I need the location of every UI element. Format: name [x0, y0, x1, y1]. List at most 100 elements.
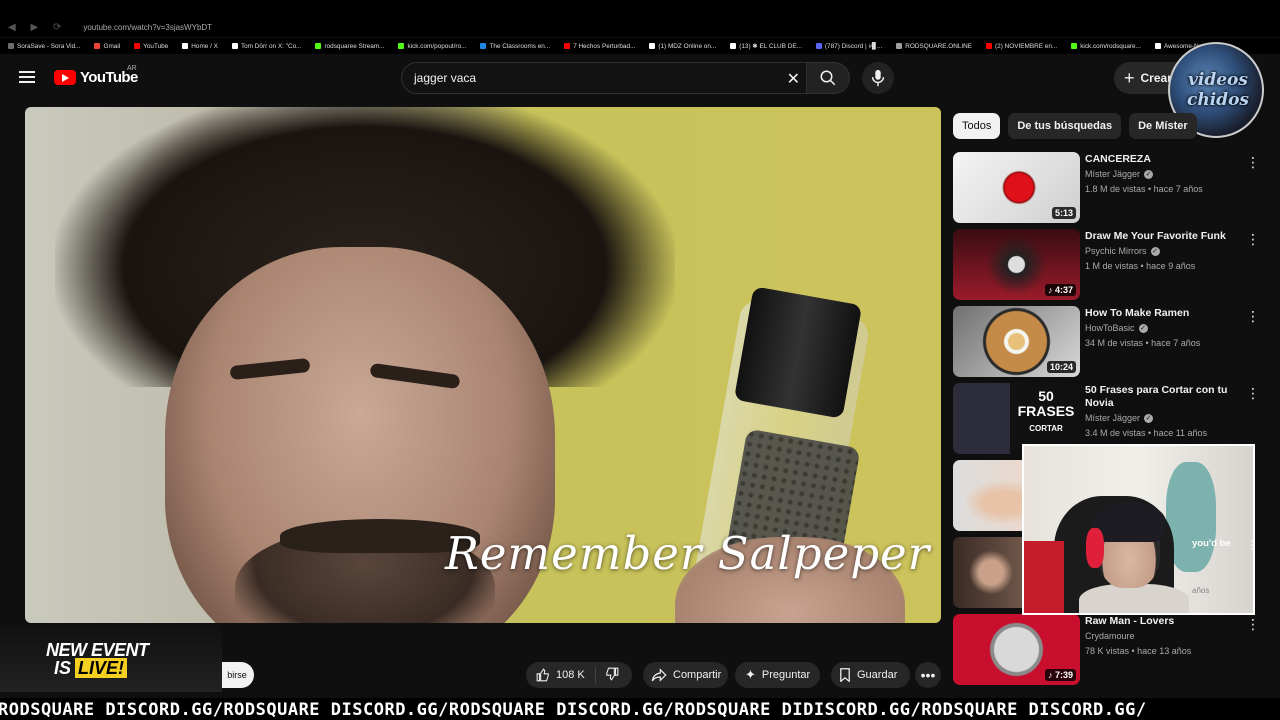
share-button[interactable]: Compartir [643, 662, 728, 688]
bookmark-item[interactable]: The Classrooms en... [480, 43, 550, 50]
search-button[interactable] [806, 62, 850, 94]
bookmark-item[interactable]: RODSQUARE.ONLINE [896, 43, 972, 50]
webcam-overlay-subtext: años [1192, 586, 1210, 595]
channel-name[interactable]: Crydamoure [1085, 631, 1135, 641]
webcam-streamer-red-hair [1086, 528, 1104, 568]
microphone-icon [871, 69, 885, 87]
channel-name[interactable]: Míster Jägger ✓ [1085, 413, 1154, 423]
save-button[interactable]: Guardar [831, 662, 910, 688]
more-vertical-icon[interactable]: ⋮ [1246, 385, 1260, 402]
channel-name-text: Míster Jägger [1085, 169, 1141, 179]
more-vertical-icon[interactable]: ⋮ [1246, 231, 1260, 248]
webcam-chair-accent [1024, 541, 1064, 613]
bookmark-favicon-icon [815, 43, 822, 49]
clear-search-icon[interactable]: ✕ [787, 69, 800, 89]
bookmark-favicon-icon [1071, 43, 1078, 49]
bookmark-item[interactable]: (787) Discord | #▊... [815, 42, 882, 50]
bookmark-label: rodsquaree Stream... [324, 42, 385, 50]
channel-name-text: Crydamoure [1085, 631, 1135, 641]
video-thumbnail[interactable]: 10:24 [953, 306, 1080, 377]
channel-name-text: Psychic Mirrors [1085, 246, 1147, 256]
discord-ticker: RODSQUARE DISCORD.GG/RODSQUARE DISCORD.G… [0, 698, 1280, 720]
video-player[interactable]: Remember Salpeper [25, 107, 941, 623]
video-meta: 1.8 M de vistas • hace 7 años [1085, 184, 1203, 194]
bookmark-favicon-icon [730, 43, 737, 49]
bookmark-item[interactable]: rodsquaree Stream... [315, 43, 384, 50]
video-thumbnail[interactable]: 5:13 [953, 152, 1080, 223]
bookmark-label: Gmail [103, 42, 121, 50]
dislike-button[interactable] [596, 667, 619, 684]
video-meta: 1 M de vistas • hace 9 años [1085, 261, 1196, 271]
channel-name[interactable]: HowToBasic ✓ [1085, 323, 1148, 333]
verified-check-icon: ✓ [1150, 246, 1160, 256]
address-bar[interactable]: youtube.com/watch?v=3sjasWYbDT [83, 23, 212, 32]
bookmark-item[interactable]: YouTube [134, 43, 168, 50]
filter-chip[interactable]: De tus búsquedas [1008, 113, 1122, 139]
more-vertical-icon[interactable]: ⋮ [1246, 616, 1260, 633]
video-duration: ♪ 7:39 [1044, 669, 1076, 681]
video-thumbnail[interactable]: ♪ 7:39 [953, 614, 1080, 685]
youtube-logo[interactable]: YouTube AR [54, 65, 138, 86]
bookmark-favicon-icon [896, 43, 903, 49]
video-title[interactable]: Raw Man - Lovers [1085, 615, 1235, 628]
bookmark-item[interactable]: Home / X [182, 43, 218, 50]
bookmark-label: (13) ✱ EL CLUB DE... [739, 43, 802, 50]
more-vertical-icon[interactable]: ⋮ [1246, 154, 1260, 171]
bookmark-item[interactable]: (1) MDZ Online on... [649, 43, 716, 50]
ask-button[interactable]: ✦ Preguntar [735, 662, 820, 688]
video-caption: Remember Salpeper [445, 527, 931, 580]
bookmark-favicon-icon [182, 43, 189, 49]
bookmark-label: SoraSave - Sora Vid... [17, 42, 81, 50]
voice-search-button[interactable] [862, 62, 894, 94]
video-title[interactable]: How To Make Ramen [1085, 307, 1235, 320]
search-input[interactable]: jagger vaca ✕ [401, 62, 811, 94]
bookmark-label: 7 Hechos Perturbad... [573, 42, 636, 50]
share-icon [651, 668, 667, 682]
more-horizontal-icon: ••• [920, 667, 936, 683]
subscribe-button[interactable]: birse [218, 662, 254, 688]
bookmark-item[interactable]: Gmail [94, 43, 120, 50]
share-label: Compartir [673, 669, 722, 681]
channel-name[interactable]: Psychic Mirrors ✓ [1085, 246, 1160, 256]
bookmark-item[interactable]: kick.com/rodsquare... [1071, 43, 1141, 50]
channel-name[interactable]: Míster Jägger ✓ [1085, 169, 1154, 179]
video-thumbnail[interactable]: ♪ 4:37 [953, 229, 1080, 300]
bookmark-favicon-icon [398, 43, 405, 49]
bookmark-item[interactable]: (13) ✱ EL CLUB DE... [730, 42, 802, 50]
bookmark-label: RODSQUARE.ONLINE [905, 42, 973, 50]
related-video-item[interactable]: 5:13 CANCEREZA Míster Jägger ✓ 1.8 M de vist… [953, 152, 1263, 224]
bookmark-item[interactable]: 7 Hechos Perturbad... [564, 43, 635, 50]
verified-check-icon: ✓ [1138, 323, 1148, 333]
more-vertical-icon[interactable]: ⋮ [1246, 538, 1253, 552]
youtube-header: YouTube AR jagger vaca ✕ + Crear [0, 56, 1280, 100]
more-actions-button[interactable]: ••• [915, 662, 941, 688]
thumbs-down-icon [606, 667, 619, 681]
event-banner-line2: IS LIVE! [54, 658, 128, 679]
video-title[interactable]: Draw Me Your Favorite Funk [1085, 230, 1235, 243]
streamer-webcam-overlay: you'd be años ⋮ [1022, 444, 1255, 615]
bookmark-item[interactable]: Tom Dörr on X: "Co... [231, 43, 301, 50]
bookmark-favicon-icon [1154, 43, 1161, 49]
event-banner-live: LIVE! [75, 658, 128, 678]
related-video-item[interactable]: 10:24 How To Make Ramen HowToBasic ✓ 34 M de… [953, 306, 1263, 378]
bookmark-item[interactable]: (2) NOVIEMBRE en... [986, 43, 1057, 50]
video-frame-jar-cap [733, 286, 863, 419]
more-vertical-icon[interactable]: ⋮ [1246, 308, 1260, 325]
nav-arrows-icon[interactable]: ◀ ▶ ⟳ [8, 22, 67, 33]
verified-check-icon: ✓ [1144, 169, 1154, 179]
filter-chip[interactable]: Todos [953, 113, 1001, 139]
bookmark-favicon-icon [649, 43, 656, 49]
filter-chip[interactable]: De Míster [1129, 113, 1197, 139]
video-title[interactable]: CANCEREZA [1085, 153, 1235, 166]
bookmark-favicon-icon [8, 43, 14, 49]
related-video-item[interactable]: ♪ 4:37 Draw Me Your Favorite Funk Psychic … [953, 229, 1263, 301]
video-title[interactable]: 50 Frases para Cortar con tu Novia [1085, 384, 1235, 410]
related-video-item[interactable]: ♪ 7:39 Raw Man - Lovers Crydamoure 78 K vis… [953, 614, 1263, 686]
bookmark-favicon-icon [231, 43, 238, 49]
menu-icon[interactable] [19, 71, 35, 83]
bookmark-item[interactable]: SoraSave - Sora Vid... [8, 43, 80, 50]
plus-icon: + [1124, 67, 1135, 88]
like-button[interactable]: 108 K [526, 667, 596, 683]
bookmark-item[interactable]: kick.com/popout/ro... [398, 43, 466, 50]
thumbnail-art: 50 FRASES CORTAR [1017, 388, 1075, 434]
